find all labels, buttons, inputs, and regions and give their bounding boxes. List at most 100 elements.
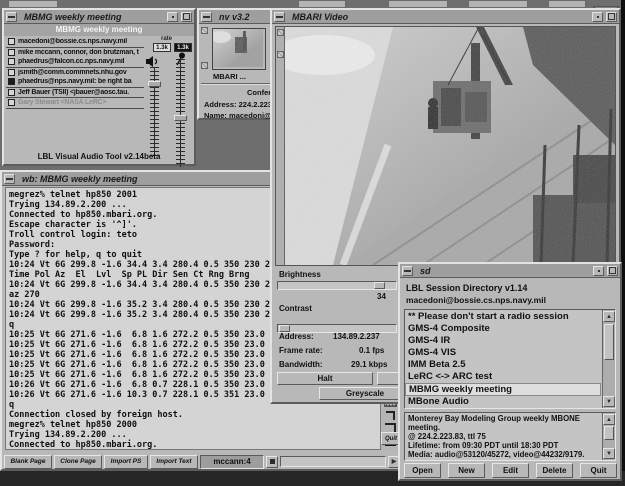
page-selector[interactable]: mccann:4 (200, 455, 264, 469)
mic-gain-slider-thumb[interactable] (174, 115, 187, 121)
sd-user-address: macedoni@bossie.cs.nps.navy.mil (406, 295, 546, 305)
name-label: Name: (204, 111, 227, 120)
terminal-line: Trying 134.89.2.200 ... (9, 430, 380, 440)
participant-checkbox[interactable] (8, 78, 15, 85)
clone-page-button[interactable]: Clone Page (54, 455, 102, 469)
halt-aux-button[interactable] (377, 372, 399, 385)
participant-row[interactable]: macedoni@bossie.cs.nps.navy.mil (6, 37, 144, 48)
participant-checkbox[interactable] (8, 49, 15, 56)
line-tool-icon[interactable] (386, 411, 395, 420)
session-item[interactable]: ** Please don't start a radio session (405, 311, 601, 323)
participant-row[interactable]: mike mccann, connor, don brutzman, t (6, 48, 144, 58)
participant-name: mike mccann, connor, don brutzman, t (18, 49, 144, 56)
session-item[interactable]: MBMG weekly meeting (405, 383, 601, 396)
new-button[interactable]: New (448, 463, 485, 478)
session-list: ** Please don't start a radio sessionGMS… (405, 311, 601, 408)
scroll-up-handle[interactable] (201, 27, 208, 34)
import-text-button[interactable]: Import Text (150, 455, 198, 469)
session-list-scrollbar[interactable]: ▲ ▼ (602, 310, 615, 408)
scrollbar-thumb[interactable] (604, 324, 614, 360)
scroll-down-icon[interactable]: ▼ (603, 448, 615, 459)
maximize-button[interactable] (607, 266, 618, 276)
volume-slider-thumb[interactable] (148, 81, 161, 87)
background-window-edge (548, 0, 586, 8)
sd-quit-button[interactable]: Quit (580, 463, 617, 478)
participant-row[interactable]: Gary Stewart <NASA LeRC> (6, 98, 144, 109)
window-menu-button[interactable] (201, 12, 212, 22)
scrollbar-thumb[interactable] (604, 426, 614, 440)
scroll-up-icon[interactable]: ▲ (603, 414, 615, 425)
sd-titlebar[interactable]: sd (400, 264, 620, 278)
brightness-slider-thumb[interactable] (374, 282, 385, 289)
participant-row[interactable]: phaedrus@falcon.cc.nps.navy.mil (6, 57, 144, 68)
vat-window: MBMG weekly meeting MBMG weekly meeting … (2, 8, 196, 166)
participant-row[interactable]: jsmith@comm.commnets.nhu.gov (6, 68, 144, 78)
wb-horizontal-scrollbar[interactable] (280, 456, 386, 467)
session-item[interactable]: MBone Audio (405, 396, 601, 408)
send-rate-value: 1.3k (174, 43, 192, 52)
address-label: Address: (204, 100, 237, 109)
vat-window-title: MBMG weekly meeting (20, 12, 164, 22)
participant-checkbox[interactable] (8, 99, 15, 106)
mic-gain-slider[interactable] (176, 59, 185, 167)
description-line: @ 224.2.223.83, ttl 75 (408, 432, 602, 441)
window-menu-button[interactable] (6, 12, 17, 22)
description-line: Monterey Bay Modeling Group weekly MBONE (408, 414, 602, 423)
video-window-title: MBARI Video (288, 12, 589, 22)
window-menu-button[interactable] (402, 266, 413, 276)
open-button[interactable]: Open (404, 463, 441, 478)
video-titlebar[interactable]: MBARI Video (272, 10, 619, 24)
sd-button-row: Open New Edit Delete Quit (404, 463, 618, 478)
brightness-label: Brightness (279, 270, 321, 279)
brightness-slider[interactable] (277, 281, 397, 290)
bandwidth-label: Bandwidth: (279, 360, 323, 369)
brightness-value: 34 (377, 292, 386, 301)
page-dropdown-icon[interactable] (266, 456, 278, 468)
iconify-button[interactable] (167, 12, 178, 22)
iconify-button[interactable] (593, 266, 604, 276)
iconify-button[interactable] (592, 12, 603, 22)
framerate-label: Frame rate: (279, 346, 323, 355)
participant-list: macedoni@bossie.cs.nps.navy.mil mike mcc… (6, 37, 144, 109)
window-menu-button[interactable] (4, 174, 15, 184)
session-item[interactable]: GMS-4 IR (405, 335, 601, 347)
background-window-edge (468, 0, 528, 8)
participant-name: macedoni@bossie.cs.nps.navy.mil (18, 38, 144, 45)
terminal-line: Connected to hp850.mbari.org. (9, 440, 380, 450)
session-item[interactable]: GMS-4 VIS (405, 347, 601, 359)
maximize-button[interactable] (606, 12, 617, 22)
scroll-down-handle[interactable] (201, 62, 208, 69)
stream-address-label: Address: (279, 332, 314, 341)
participant-name: phaedrus@falcon.cc.nps.navy.mil (18, 58, 144, 65)
participant-name: phaedrus@nps.navy.mil: be right ba (18, 78, 144, 85)
vat-titlebar[interactable]: MBMG weekly meeting (4, 10, 194, 24)
session-description: Monterey Bay Modeling Group weekly MBONE… (408, 414, 602, 459)
contrast-slider-thumb[interactable] (279, 325, 290, 332)
import-ps-button[interactable]: Import PS (104, 455, 148, 469)
edit-button[interactable]: Edit (492, 463, 529, 478)
window-menu-button[interactable] (274, 12, 285, 22)
video-frame[interactable] (275, 26, 616, 266)
delete-button[interactable]: Delete (536, 463, 573, 478)
session-item[interactable]: LeRC <-> ARC test (405, 371, 601, 383)
video-panner-strip[interactable] (276, 27, 285, 265)
maximize-button[interactable] (181, 12, 192, 22)
participant-checkbox[interactable] (8, 89, 15, 96)
participant-checkbox[interactable] (8, 38, 15, 45)
blank-page-button[interactable]: Blank Page (4, 455, 52, 469)
session-item[interactable]: GMS-4 Composite (405, 323, 601, 335)
scroll-up-icon[interactable]: ▲ (603, 311, 615, 322)
thumbnail-label: MBARI ... (213, 72, 246, 81)
halt-button[interactable]: Halt (277, 372, 373, 385)
session-description-box: Monterey Bay Modeling Group weekly MBONE… (404, 412, 616, 461)
participant-row[interactable]: Jeff Bauer (TSII) <jbauer@aosc.tau. (6, 88, 144, 99)
scroll-down-icon[interactable]: ▼ (603, 396, 615, 407)
volume-slider[interactable] (150, 67, 159, 159)
participant-checkbox[interactable] (8, 69, 15, 76)
participant-checkbox[interactable] (8, 58, 15, 65)
participant-row[interactable]: phaedrus@nps.navy.mil: be right ba (6, 77, 144, 88)
description-scrollbar[interactable]: ▲ ▼ (602, 413, 615, 460)
contrast-label: Contrast (279, 304, 312, 313)
video-thumbnail[interactable] (212, 28, 266, 70)
session-item[interactable]: IMM Beta 2.5 (405, 359, 601, 371)
